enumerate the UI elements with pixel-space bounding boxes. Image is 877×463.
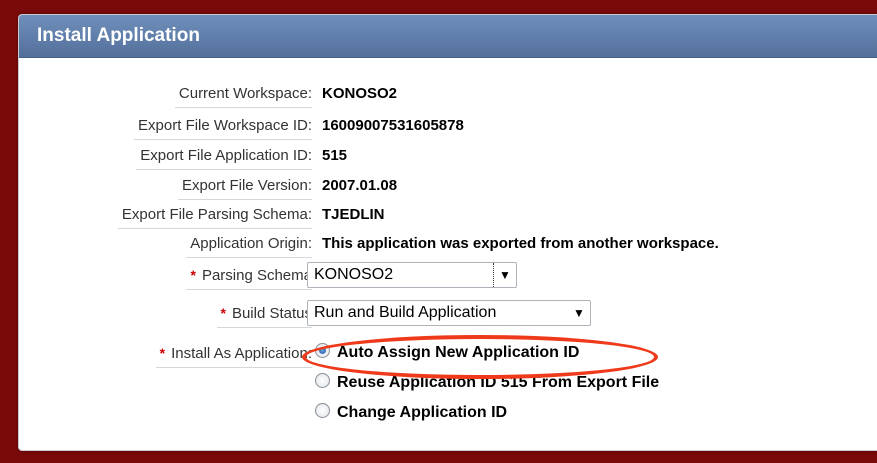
panel-title: Install Application [19, 15, 877, 58]
field-current-workspace: Current Workspace: KONOSO2 [19, 81, 877, 108]
field-label: Export File Application ID: [136, 143, 312, 170]
field-value: 515 [322, 147, 348, 164]
highlight-ellipse [302, 335, 658, 379]
radio-unchecked-icon[interactable] [315, 373, 330, 388]
field-label: Export File Workspace ID: [134, 113, 312, 140]
field-label: Export File Parsing Schema: [117, 202, 312, 229]
build-status-label: * Build Status [216, 300, 312, 328]
build-status-select[interactable]: Run and Build Application ▼ [307, 300, 591, 326]
chevron-down-icon[interactable]: ▼ [568, 301, 590, 325]
install-as-label: * Install As Application: [155, 340, 312, 368]
required-marker: * [190, 267, 196, 283]
field-label: Current Workspace: [174, 81, 312, 108]
field-application-origin: Application Origin: This application was… [19, 231, 877, 258]
field-value: 2007.01.08 [322, 177, 398, 194]
field-label: Export File Version: [177, 173, 312, 200]
build-status-value: Run and Build Application [314, 304, 497, 321]
radio-label: Change Application ID [337, 404, 508, 421]
parsing-schema-label: * Parsing Schema [186, 262, 312, 290]
build-status-row: * Build Status Run and Build Application … [19, 300, 877, 328]
field-value: This application was exported from anoth… [322, 235, 719, 252]
install-application-panel: Install Application Current Workspace: K… [18, 14, 877, 451]
field-export-workspace-id: Export File Workspace ID: 16009007531605… [19, 113, 877, 140]
field-label: Application Origin: [186, 231, 312, 258]
field-export-application-id: Export File Application ID: 515 [19, 143, 877, 170]
parsing-schema-select[interactable]: KONOSO2 ▼ [307, 262, 517, 288]
radio-change-id[interactable]: Change Application ID [315, 400, 507, 426]
field-value: KONOSO2 [322, 85, 398, 102]
field-export-file-version: Export File Version: 2007.01.08 [19, 173, 877, 200]
field-value: TJEDLIN [322, 206, 385, 223]
parsing-schema-row: * Parsing Schema KONOSO2 ▼ [19, 262, 877, 290]
required-marker: * [159, 345, 166, 361]
required-marker: * [220, 305, 226, 321]
field-export-parsing-schema: Export File Parsing Schema: TJEDLIN [19, 202, 877, 229]
parsing-schema-value: KONOSO2 [314, 266, 394, 283]
chevron-down-icon[interactable]: ▼ [493, 263, 516, 287]
radio-unchecked-icon[interactable] [315, 403, 330, 418]
field-value: 16009007531605878 [322, 117, 464, 134]
